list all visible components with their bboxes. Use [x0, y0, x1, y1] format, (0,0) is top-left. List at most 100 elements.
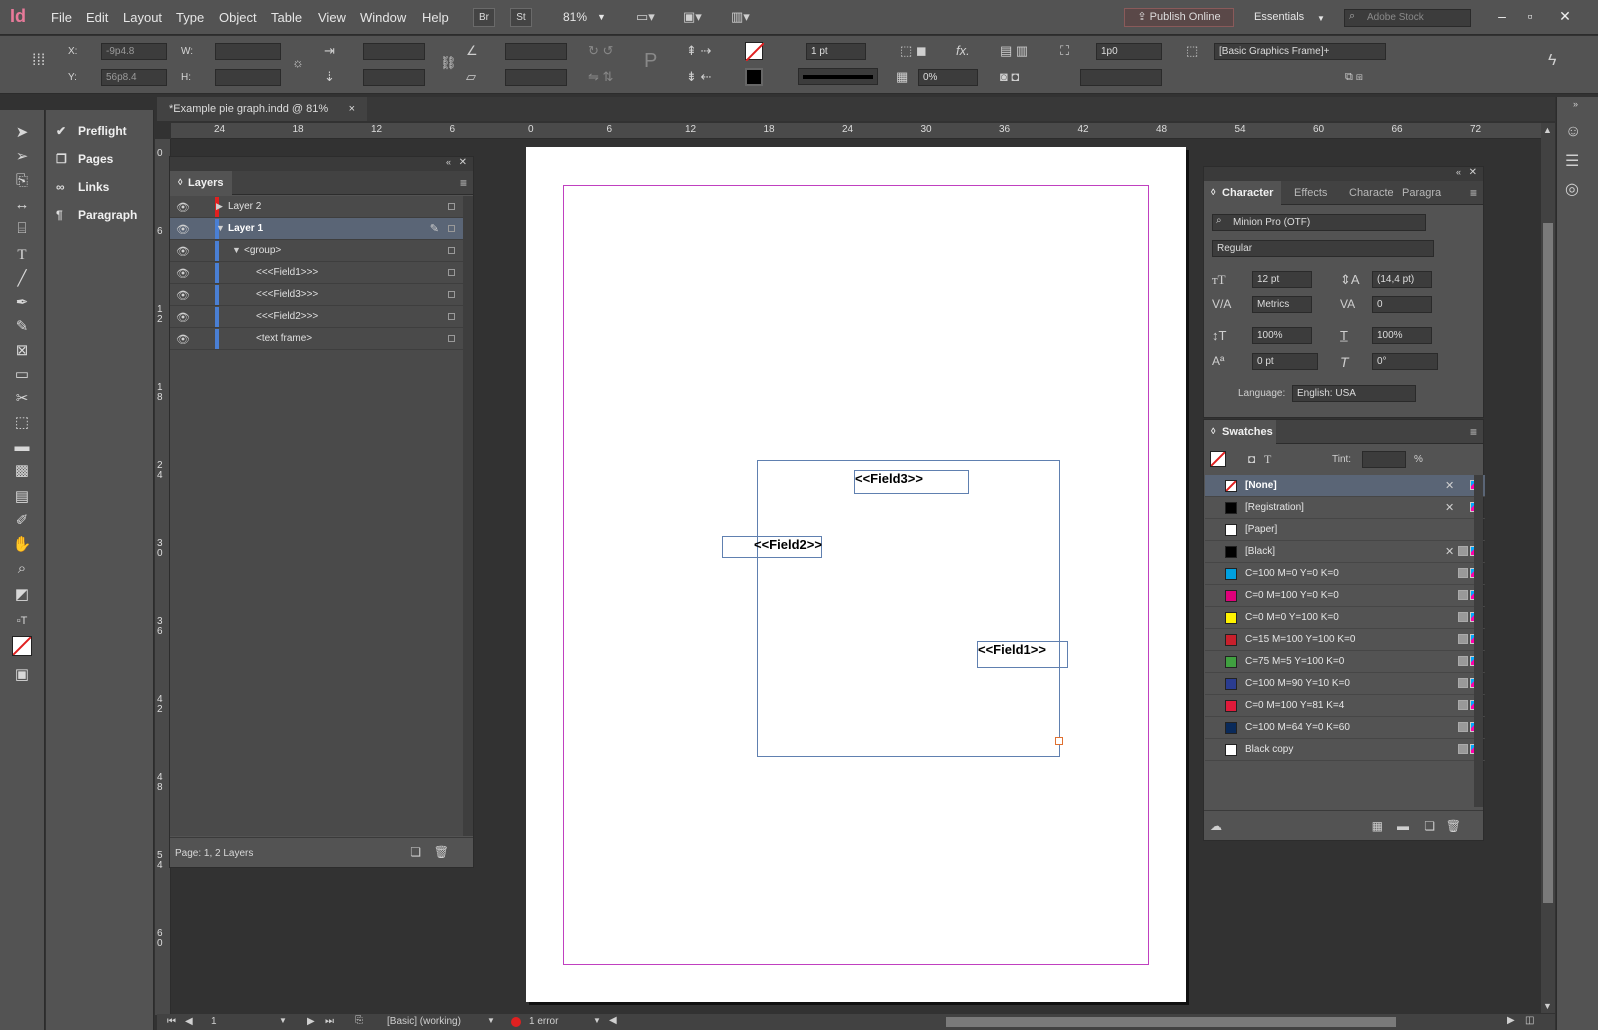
- scale-x-field[interactable]: [363, 43, 425, 60]
- opacity-field[interactable]: 0%: [918, 69, 978, 86]
- select-square-icon[interactable]: [448, 225, 455, 232]
- pencil-tool-icon[interactable]: ✎: [10, 316, 34, 338]
- direct-selection-tool-icon[interactable]: ➢: [10, 146, 34, 168]
- x-field[interactable]: -9p4.8: [101, 43, 167, 60]
- scissors-tool-icon[interactable]: ✂: [10, 388, 34, 410]
- chevron-down-icon[interactable]: ▼: [279, 1016, 287, 1025]
- view-options-icon[interactable]: ▭▾: [636, 10, 655, 24]
- cc-library-icon[interactable]: ☁: [1210, 819, 1222, 833]
- minimize-icon[interactable]: –: [1492, 6, 1512, 26]
- autofit-icon[interactable]: ⛶: [1060, 44, 1069, 58]
- maximize-icon[interactable]: ▫: [1520, 6, 1540, 26]
- zoom-level[interactable]: 81%: [563, 10, 587, 24]
- chevron-down-icon[interactable]: ▼: [593, 1016, 601, 1025]
- text-wrap-icon[interactable]: ▤ ▥: [1000, 44, 1028, 58]
- select-square-icon[interactable]: [448, 335, 455, 342]
- type-tool-icon[interactable]: T: [10, 244, 34, 266]
- offset-field[interactable]: 1p0: [1096, 43, 1162, 60]
- y-field[interactable]: 56p8.4: [101, 69, 167, 86]
- gradient-swatch-tool-icon[interactable]: ▬: [10, 436, 34, 458]
- container-icon[interactable]: ◘: [1248, 452, 1255, 466]
- font-style-select[interactable]: Regular: [1212, 240, 1434, 257]
- screen-mode-icon[interactable]: ▣: [10, 664, 34, 686]
- fill-stroke-swatch-icon[interactable]: [1210, 451, 1226, 467]
- split-window-icon[interactable]: ◫: [1525, 1015, 1534, 1026]
- cc-icon[interactable]: ◎: [1565, 179, 1579, 199]
- layer-row[interactable]: 👁 ▼ <group>: [170, 240, 465, 262]
- bridge-button[interactable]: Br: [473, 8, 495, 27]
- tab-character-styles[interactable]: Characte: [1349, 187, 1393, 199]
- swatch-row[interactable]: Black copy: [1205, 739, 1485, 761]
- menu-table[interactable]: Table: [271, 10, 302, 25]
- menu-window[interactable]: Window: [360, 10, 406, 25]
- swatch-row[interactable]: C=0 M=0 Y=100 K=0: [1205, 607, 1485, 629]
- visibility-eye-icon[interactable]: 👁: [176, 333, 190, 346]
- layer-row[interactable]: 👁 <<<Field2>>>: [170, 306, 465, 328]
- drop-shadow-icon[interactable]: ⬚ ◼: [900, 44, 927, 58]
- layer-row[interactable]: 👁 <text frame>: [170, 328, 465, 350]
- shear-field[interactable]: [505, 69, 567, 86]
- kerning-field[interactable]: Metrics: [1252, 296, 1312, 313]
- flip-icon[interactable]: ⇋ ⇅: [588, 70, 613, 84]
- swatches-scrollbar[interactable]: [1474, 475, 1483, 807]
- swatch-row[interactable]: [Paper]: [1205, 519, 1485, 541]
- horizontal-scale-field[interactable]: 100%: [1372, 327, 1432, 344]
- arrange-documents-icon[interactable]: ▥▾: [731, 10, 750, 24]
- preflight-profile[interactable]: [Basic] (working): [387, 1016, 461, 1027]
- menu-layout[interactable]: Layout: [123, 10, 162, 25]
- swatch-row[interactable]: C=100 M=0 Y=0 K=0: [1205, 563, 1485, 585]
- page-tool-icon[interactable]: ⎘: [10, 170, 34, 192]
- hand-tool-icon[interactable]: ✋: [10, 534, 34, 556]
- menu-edit[interactable]: Edit: [86, 10, 108, 25]
- panel-collapse-icon[interactable]: ◊: [178, 177, 182, 187]
- scroll-right-icon[interactable]: ▶: [1507, 1015, 1515, 1026]
- close-tab-icon[interactable]: ×: [349, 97, 355, 121]
- close-icon[interactable]: ✕: [1469, 167, 1477, 178]
- chevron-down-icon[interactable]: ▼: [597, 12, 606, 22]
- swatch-row[interactable]: C=0 M=100 Y=0 K=0: [1205, 585, 1485, 607]
- field2-frame[interactable]: <<Field2>>: [722, 536, 822, 558]
- menu-type[interactable]: Type: [176, 10, 204, 25]
- field1-frame[interactable]: <<Field1>>: [977, 641, 1068, 668]
- panel-collapse-icon[interactable]: ◊: [1211, 426, 1215, 436]
- new-color-group-icon[interactable]: ▬: [1397, 819, 1409, 833]
- wrap-shape-icon[interactable]: ◙ ◘: [1000, 70, 1019, 84]
- apply-none-icon[interactable]: [12, 636, 32, 656]
- rotate-cw-icon[interactable]: ↻ ↺: [588, 44, 613, 58]
- visibility-eye-icon[interactable]: 👁: [176, 245, 190, 258]
- tab-effects[interactable]: Effects: [1294, 187, 1327, 199]
- panel-collapse-icon[interactable]: ◊: [1211, 187, 1215, 197]
- close-icon[interactable]: ✕: [459, 157, 467, 168]
- visibility-eye-icon[interactable]: 👁: [176, 223, 190, 236]
- collapse-icon[interactable]: «: [1456, 167, 1461, 177]
- layer-row[interactable]: 👁 ▼ Layer 1 ✎: [170, 218, 465, 240]
- close-icon[interactable]: ✕: [1555, 6, 1575, 26]
- swatch-row[interactable]: [Registration] ✕: [1205, 497, 1485, 519]
- visibility-eye-icon[interactable]: 👁: [176, 289, 190, 302]
- select-container-icon[interactable]: ⇞ ⇢: [686, 44, 711, 58]
- prev-page-icon[interactable]: ◀: [185, 1016, 193, 1027]
- gradient-feather-tool-icon[interactable]: ▩: [10, 460, 34, 482]
- rotation-field[interactable]: [505, 43, 567, 60]
- swatch-row[interactable]: C=15 M=100 Y=100 K=0: [1205, 629, 1485, 651]
- disclosure-down-icon[interactable]: ▼: [232, 245, 241, 255]
- tab-character[interactable]: Character: [1222, 187, 1273, 199]
- swatch-row[interactable]: C=75 M=5 Y=100 K=0: [1205, 651, 1485, 673]
- stroke-swatch-icon[interactable]: [745, 68, 763, 86]
- fill-swatch-icon[interactable]: [745, 42, 765, 62]
- layer-row[interactable]: 👁 <<<Field3>>>: [170, 284, 465, 306]
- layer-row[interactable]: 👁 <<<Field1>>>: [170, 262, 465, 284]
- reference-point-icon[interactable]: ⁞⁞⁞: [32, 53, 45, 69]
- new-layer-icon[interactable]: ❏: [410, 845, 421, 859]
- swatch-row[interactable]: [Black] ✕: [1205, 541, 1485, 563]
- tint-field[interactable]: [1362, 451, 1406, 468]
- collapse-icon[interactable]: «: [446, 157, 451, 167]
- swatch-row[interactable]: C=0 M=100 Y=81 K=4: [1205, 695, 1485, 717]
- error-count[interactable]: 1 error: [529, 1016, 558, 1027]
- visibility-eye-icon[interactable]: 👁: [176, 311, 190, 324]
- formatting-affects-icon[interactable]: ▫T: [10, 610, 34, 632]
- first-page-icon[interactable]: ⏮: [167, 1016, 176, 1027]
- selection-tool-icon[interactable]: ➤: [10, 122, 34, 144]
- stroke-color-field[interactable]: [1080, 69, 1162, 86]
- panel-menu-icon[interactable]: ≡: [1470, 425, 1477, 439]
